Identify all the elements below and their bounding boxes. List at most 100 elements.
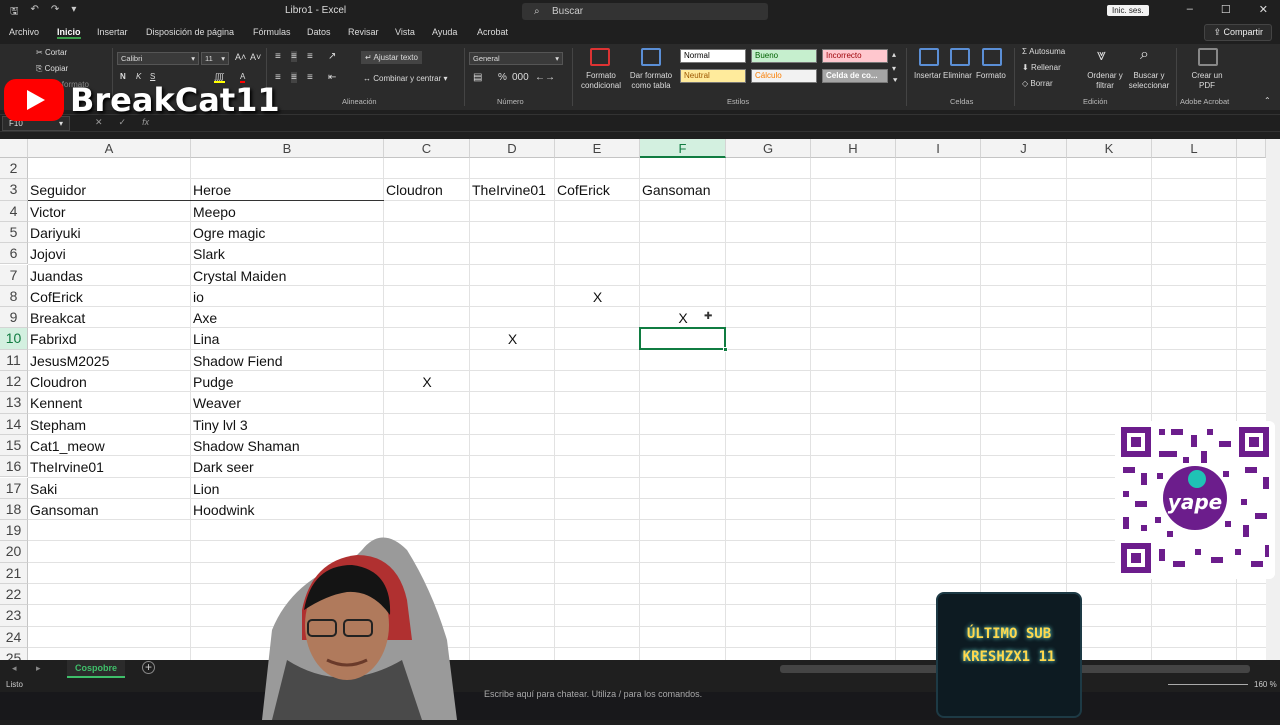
style-bad[interactable]: Incorrecto	[822, 49, 888, 63]
format-cells-button[interactable]: Formato	[976, 71, 1006, 80]
delete-cells-button[interactable]: Eliminar	[943, 71, 972, 80]
cell-d[interactable]	[472, 352, 553, 370]
row-header[interactable]: 17	[0, 477, 28, 499]
row-header[interactable]: 10	[0, 328, 28, 350]
cell-b[interactable]: Shadow Fiend	[193, 352, 382, 370]
column-header-f[interactable]: F	[640, 139, 726, 158]
tab-insertar[interactable]: Insertar	[97, 27, 128, 37]
indent-icon[interactable]: ⇤	[328, 72, 336, 83]
cell-b[interactable]: Pudge	[193, 373, 382, 391]
font-name-select[interactable]: Calibri ▾	[117, 52, 199, 65]
row-header[interactable]: 13	[0, 392, 28, 414]
cell-c[interactable]	[386, 416, 468, 434]
cell-b[interactable]: Axe	[193, 309, 382, 327]
style-good[interactable]: Bueno	[751, 49, 817, 63]
cell-e[interactable]	[557, 330, 638, 348]
cell-b[interactable]: io	[193, 288, 382, 306]
cell-f[interactable]	[642, 267, 724, 285]
cell-d[interactable]	[472, 501, 553, 519]
row-header[interactable]: 12	[0, 371, 28, 393]
row-header[interactable]: 15	[0, 434, 28, 457]
cell-d[interactable]	[472, 458, 553, 476]
cell-e[interactable]	[557, 480, 638, 498]
currency-icon[interactable]: ▤	[473, 72, 482, 83]
conditional-format-icon[interactable]	[590, 48, 610, 66]
cell-e[interactable]: X	[557, 288, 638, 306]
cell-f[interactable]	[642, 245, 724, 263]
styles-scroll-down-icon[interactable]: ▾	[892, 64, 896, 73]
find-icon[interactable]: ⌕	[1140, 46, 1149, 64]
row-header[interactable]: 4	[0, 200, 28, 222]
row-header[interactable]: 23	[0, 605, 28, 627]
cell-f[interactable]	[642, 480, 724, 498]
search-box[interactable]: ⌕ Buscar	[522, 3, 768, 20]
cell-e[interactable]	[557, 458, 638, 476]
cell-b[interactable]: Tiny lvl 3	[193, 416, 382, 434]
header-cell-f[interactable]: Gansoman	[642, 181, 724, 199]
tab-formulas[interactable]: Fórmulas	[253, 27, 291, 37]
number-format-select[interactable]: General ▾	[469, 52, 563, 65]
cell-e[interactable]	[557, 267, 638, 285]
decimal-icon[interactable]: ←→	[535, 72, 555, 83]
cell-f[interactable]	[642, 203, 724, 221]
insert-cells-icon[interactable]	[919, 48, 939, 66]
row-header[interactable]: 2	[0, 158, 28, 180]
cell-b[interactable]: Slark	[193, 245, 382, 263]
column-header-l[interactable]: L	[1152, 139, 1237, 158]
cell-e[interactable]	[557, 373, 638, 391]
cell-a[interactable]: Gansoman	[30, 501, 189, 519]
share-button[interactable]: ⇪ Compartir	[1204, 24, 1272, 41]
cell-c[interactable]	[386, 437, 468, 455]
tab-datos[interactable]: Datos	[307, 27, 331, 37]
cell-e[interactable]	[557, 224, 638, 242]
style-neutral[interactable]: Neutral	[680, 69, 746, 83]
cell-e[interactable]	[557, 245, 638, 263]
align-middle-icon[interactable]: ≡	[291, 51, 297, 62]
row-header[interactable]: 21	[0, 562, 28, 584]
row-header[interactable]: 9	[0, 307, 28, 329]
zoom-level[interactable]: 160 %	[1254, 680, 1277, 689]
select-all-corner[interactable]	[0, 139, 28, 158]
cell-c[interactable]	[386, 480, 468, 498]
column-header-j[interactable]: J	[981, 139, 1067, 158]
cell-f[interactable]	[642, 437, 724, 455]
cell-d[interactable]	[472, 224, 553, 242]
wrap-text-button[interactable]: ↵ Ajustar texto	[361, 51, 422, 64]
column-header-i[interactable]: I	[896, 139, 981, 158]
create-pdf-icon[interactable]	[1198, 48, 1218, 66]
row-header[interactable]: 25	[0, 647, 28, 660]
clear-button[interactable]: ◇ Borrar	[1022, 79, 1053, 88]
collapse-ribbon-icon[interactable]: ⌃	[1264, 96, 1271, 105]
cell-a[interactable]: JesusM2025	[30, 352, 189, 370]
column-header-a[interactable]: A	[28, 139, 191, 158]
active-cell-selection[interactable]	[639, 327, 726, 350]
zoom-slider[interactable]	[1168, 684, 1248, 685]
cell-d[interactable]	[472, 416, 553, 434]
cell-a[interactable]: Cloudron	[30, 373, 189, 391]
row-header[interactable]: 11	[0, 349, 28, 371]
cell-f[interactable]	[642, 394, 724, 412]
maximize-icon[interactable]: ☐	[1221, 3, 1231, 16]
prev-sheet-icon[interactable]: ◂	[12, 663, 17, 674]
style-check[interactable]: Celda de co...	[822, 69, 888, 83]
font-size-select[interactable]: 11 ▾	[201, 52, 229, 65]
cell-b[interactable]: Hoodwink	[193, 501, 382, 519]
chat-input[interactable]: Escribe aquí para chatear. Utiliza / par…	[484, 689, 702, 699]
row-header[interactable]: 20	[0, 541, 28, 563]
cell-d[interactable]	[472, 480, 553, 498]
tab-revisar[interactable]: Revisar	[348, 27, 379, 37]
align-bottom-icon[interactable]: ≡	[307, 51, 313, 62]
vertical-scrollbar[interactable]	[1266, 139, 1280, 660]
table-format-button[interactable]: Dar formato como tabla	[628, 71, 674, 91]
row-header[interactable]: 14	[0, 413, 28, 435]
cell-a[interactable]: Victor	[30, 203, 189, 221]
cell-e[interactable]	[557, 394, 638, 412]
conditional-format-button[interactable]: Formato condicional	[576, 71, 626, 91]
tab-archivo[interactable]: Archivo	[9, 27, 39, 37]
column-header-d[interactable]: D	[470, 139, 555, 158]
style-normal[interactable]: Normal	[680, 49, 746, 63]
cell-c[interactable]	[386, 330, 468, 348]
find-select-button[interactable]: Buscar y seleccionar	[1124, 71, 1174, 91]
cell-f[interactable]	[642, 352, 724, 370]
add-sheet-icon[interactable]: +	[142, 661, 155, 674]
